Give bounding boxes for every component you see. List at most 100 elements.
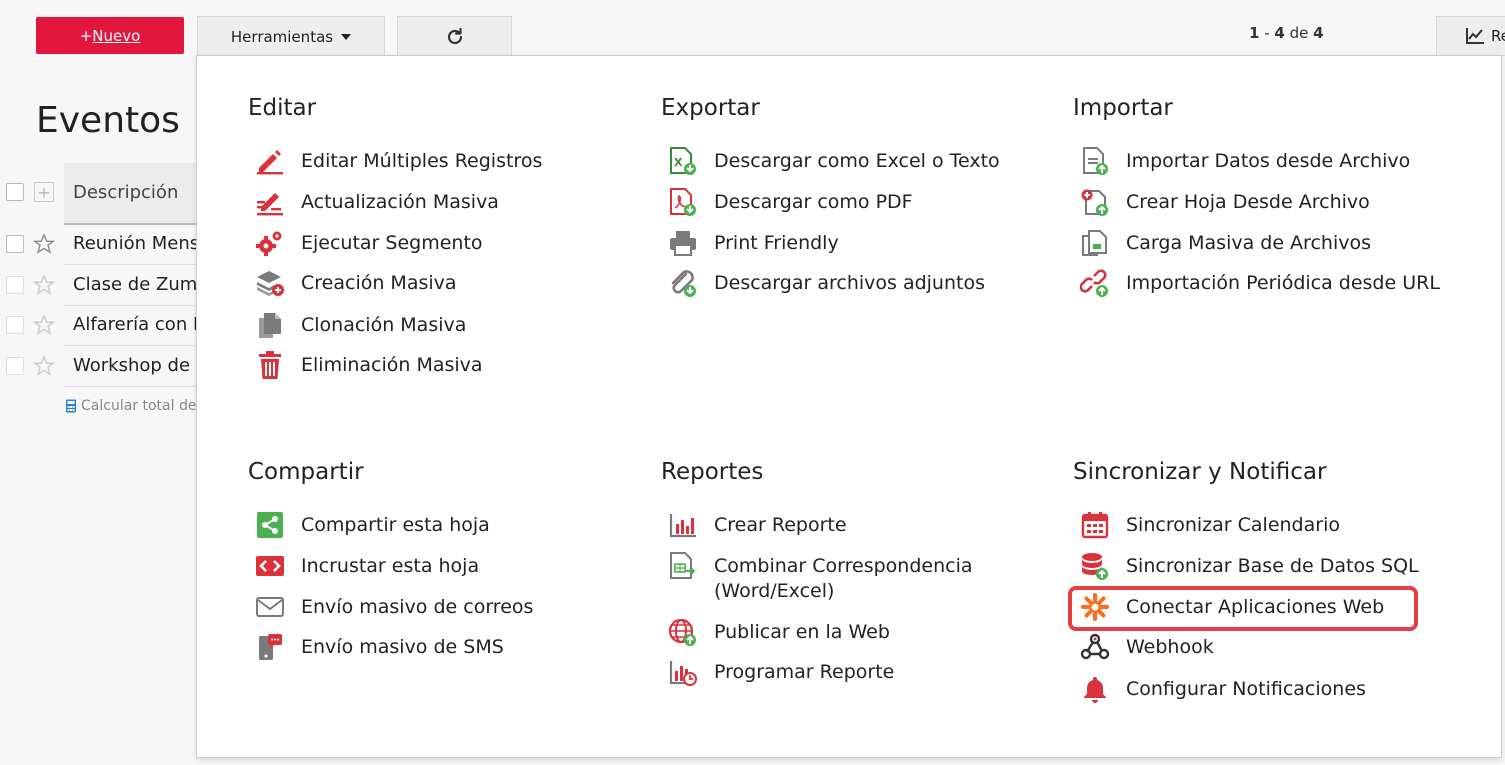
menu-item-label: Creación Masiva <box>301 272 457 294</box>
menu-item-creacion-masiva[interactable]: Creación Masiva <box>255 271 457 298</box>
star-icon[interactable] <box>33 355 55 377</box>
menu-item-crear-reporte[interactable]: Crear Reporte <box>668 513 847 540</box>
menu-item-label: Descargar como Excel o Texto <box>714 150 1000 172</box>
calculate-total-link[interactable]: Calcular total de <box>65 398 196 414</box>
calculate-total-label: Calcular total de <box>81 398 197 414</box>
share-icon <box>257 512 283 538</box>
menu-item-label: Incrustar esta hoja <box>301 555 480 577</box>
menu-item-sincronizar-calendario[interactable]: Sincronizar Calendario <box>1080 512 1340 540</box>
menu-item-webhook[interactable]: Webhook <box>1080 633 1214 662</box>
calculator-icon <box>66 399 76 413</box>
row-checkbox[interactable] <box>6 357 24 375</box>
star-icon[interactable] <box>33 314 55 336</box>
pdf-download-icon <box>670 188 696 216</box>
menu-item-label: Publicar en la Web <box>714 621 890 643</box>
tools-label: Herramientas <box>230 27 334 46</box>
menu-item-compartir-hoja[interactable]: Compartir esta hoja <box>255 512 490 540</box>
menu-item-label: Webhook <box>1126 636 1214 658</box>
paperclip-download-icon <box>671 270 696 297</box>
trash-icon <box>259 351 281 379</box>
row-checkbox[interactable] <box>6 276 24 294</box>
new-button[interactable]: + Nuevo <box>36 17 184 54</box>
row-checkbox[interactable] <box>6 235 24 253</box>
menu-item-eliminacion-masiva[interactable]: Eliminación Masiva <box>255 351 483 380</box>
reports-label: Re <box>1491 27 1505 45</box>
menu-item-descargar-adjuntos[interactable]: Descargar archivos adjuntos <box>668 270 985 298</box>
section-title-editar: Editar <box>248 95 317 121</box>
menu-item-importacion-url[interactable]: Importación Periódica desde URL <box>1080 269 1440 298</box>
pager-end: 4 <box>1274 24 1285 42</box>
sheet-from-file-icon <box>1081 189 1108 216</box>
menu-item-combinar-correspondencia[interactable]: Combinar Correspondencia (Word/Excel) <box>668 552 973 604</box>
table-row[interactable]: Workshop de C <box>64 346 208 387</box>
table-row[interactable]: Clase de Zumb <box>64 265 209 306</box>
menu-item-crear-hoja[interactable]: Crear Hoja Desde Archivo <box>1080 189 1370 217</box>
menu-item-label: Envío masivo de correos <box>301 596 534 618</box>
mass-update-icon <box>257 193 283 216</box>
menu-item-label: Envío masivo de SMS <box>301 636 504 658</box>
menu-item-sincronizar-sql[interactable]: Sincronizar Base de Datos SQL <box>1080 553 1419 581</box>
new-prefix: + <box>79 26 93 45</box>
section-title-reportes: Reportes <box>661 459 764 485</box>
table-row[interactable]: Reunión Mens <box>64 224 204 265</box>
menu-item-actualizacion-masiva[interactable]: Actualización Masiva <box>255 190 499 217</box>
menu-item-label-line2: (Word/Excel) <box>714 580 835 602</box>
menu-item-label: Eliminación Masiva <box>301 354 483 376</box>
table-row[interactable]: Alfarería con E <box>64 305 204 346</box>
row-checkbox[interactable] <box>6 316 24 334</box>
menu-item-envio-correos[interactable]: Envío masivo de correos <box>255 595 533 622</box>
menu-item-label: Descargar como PDF <box>714 191 913 213</box>
layers-add-icon <box>257 271 284 296</box>
select-all-checkbox[interactable] <box>6 183 24 201</box>
tools-dropdown-button[interactable]: Herramientas <box>197 16 385 56</box>
link-import-icon <box>1080 269 1108 297</box>
svg-text:X: X <box>674 156 683 169</box>
menu-item-envio-sms[interactable]: Envío masivo de SMS <box>255 634 504 662</box>
menu-item-descargar-excel[interactable]: X Descargar como Excel o Texto <box>668 147 1000 176</box>
menu-item-print-friendly[interactable]: Print Friendly <box>668 231 839 258</box>
add-column-button[interactable]: + <box>34 182 54 202</box>
refresh-button[interactable] <box>397 16 512 56</box>
menu-item-label: Crear Hoja Desde Archivo <box>1126 191 1370 213</box>
section-title-importar: Importar <box>1073 95 1173 121</box>
row-description: Workshop de C <box>73 355 209 376</box>
menu-item-label: Compartir esta hoja <box>301 514 490 536</box>
menu-item-clonacion-masiva[interactable]: Clonación Masiva <box>255 313 466 340</box>
menu-item-carga-masiva[interactable]: Carga Masiva de Archivos <box>1080 230 1371 258</box>
embed-code-icon <box>256 556 284 576</box>
row-description: Alfarería con E <box>73 314 205 335</box>
menu-item-incrustar-hoja[interactable]: Incrustar esta hoja <box>255 554 479 581</box>
row-description: Reunión Mens <box>73 233 200 254</box>
menu-item-label: Print Friendly <box>714 232 839 254</box>
menu-item-label: Importación Periódica desde URL <box>1126 272 1440 294</box>
file-import-icon <box>1083 147 1108 175</box>
globe-publish-icon <box>668 618 696 646</box>
menu-item-label: Sincronizar Base de Datos SQL <box>1126 555 1419 577</box>
database-sync-icon <box>1082 553 1108 580</box>
menu-item-label: Combinar Correspondencia <box>714 555 973 577</box>
reports-button[interactable]: Re <box>1436 16 1505 56</box>
star-icon[interactable] <box>33 233 55 255</box>
column-header-descripcion[interactable]: Descripción <box>64 163 204 225</box>
menu-item-editar-multiples[interactable]: Editar Múltiples Registros <box>255 149 542 176</box>
caret-down-icon <box>341 33 352 40</box>
section-title-sincronizar: Sincronizar y Notificar <box>1073 459 1327 485</box>
star-icon[interactable] <box>33 274 55 296</box>
section-title-exportar: Exportar <box>661 95 760 121</box>
menu-item-importar-datos[interactable]: Importar Datos desde Archivo <box>1080 147 1411 176</box>
sms-phone-icon <box>259 634 282 660</box>
envelope-icon <box>256 597 284 617</box>
menu-item-programar-reporte[interactable]: Programar Reporte <box>668 660 894 687</box>
menu-item-configurar-notificaciones[interactable]: Configurar Notificaciones <box>1080 677 1366 704</box>
excel-download-icon: X <box>670 147 696 175</box>
menu-item-label: Carga Masiva de Archivos <box>1126 232 1371 254</box>
pager-sep: - <box>1259 24 1275 42</box>
menu-item-descargar-pdf[interactable]: Descargar como PDF <box>668 188 913 217</box>
menu-item-label: Programar Reporte <box>714 661 895 683</box>
menu-item-label: Importar Datos desde Archivo <box>1126 150 1411 172</box>
menu-item-publicar-web[interactable]: Publicar en la Web <box>668 618 890 647</box>
bell-icon <box>1084 677 1106 703</box>
menu-item-ejecutar-segmento[interactable]: Ejecutar Segmento <box>255 231 483 258</box>
calendar-icon <box>1081 512 1109 539</box>
menu-item-label: Descargar archivos adjuntos <box>714 272 985 294</box>
